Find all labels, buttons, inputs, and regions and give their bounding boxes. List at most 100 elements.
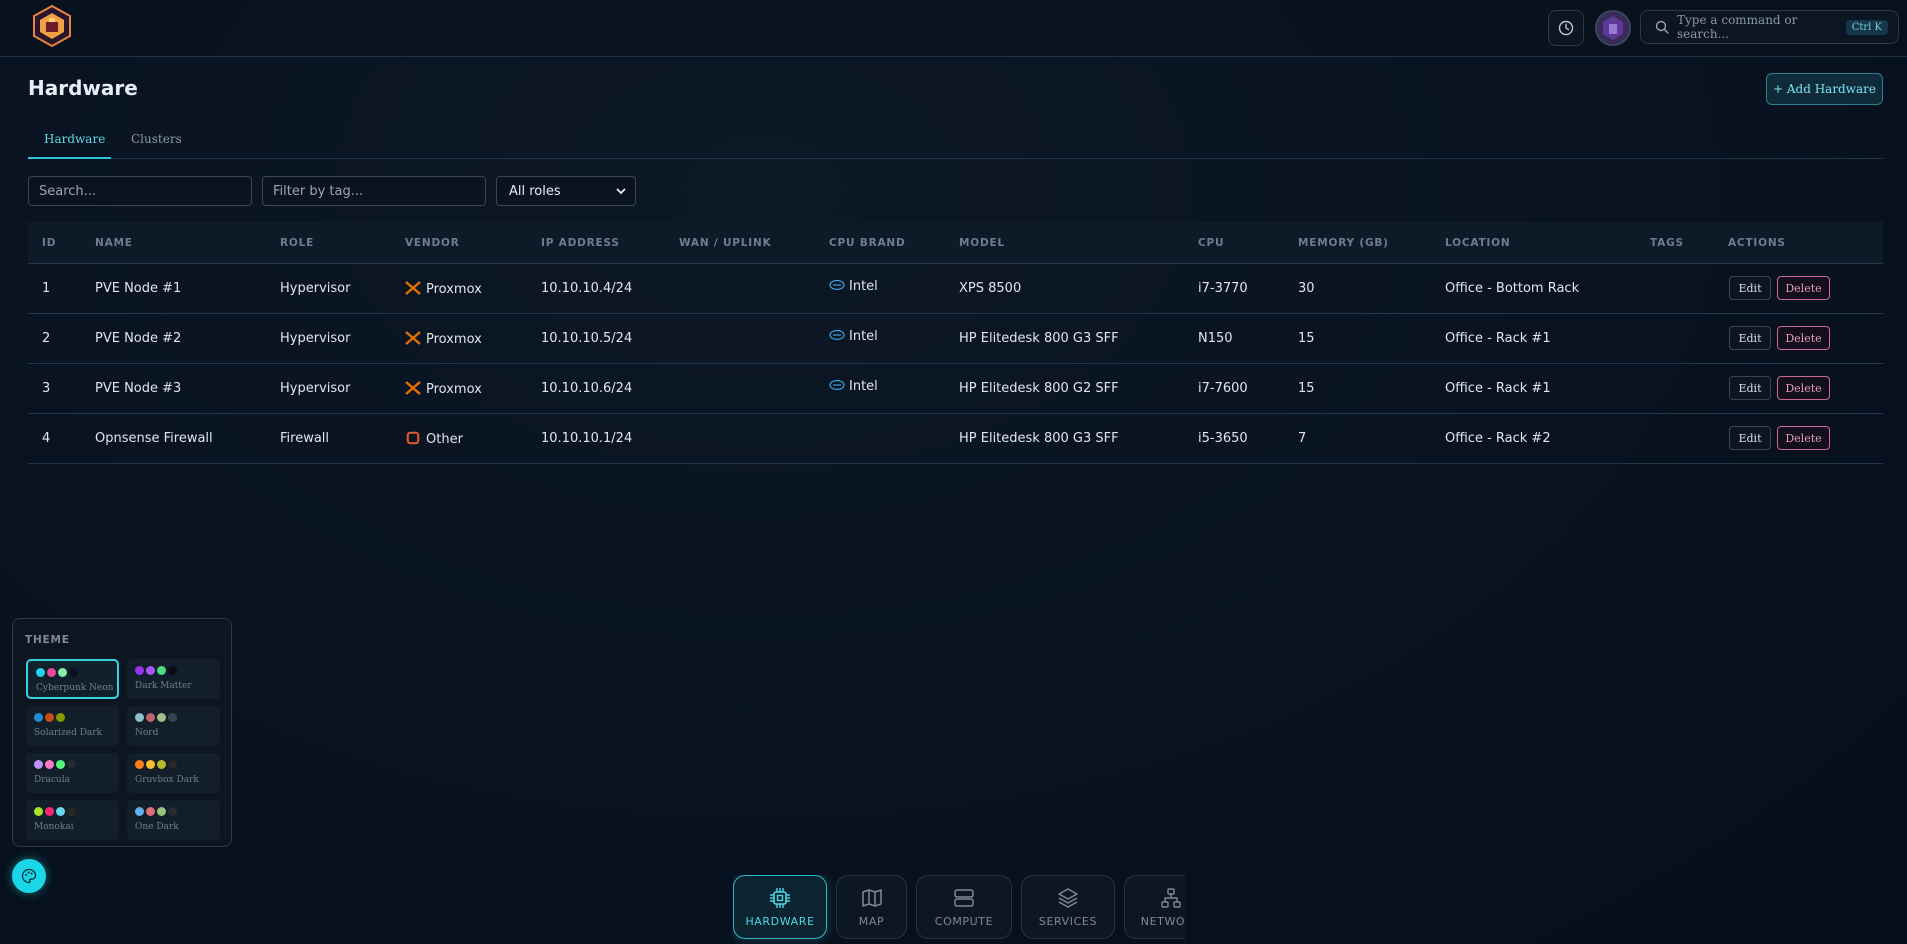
color-dot [67,760,76,769]
cell-role: Hypervisor [280,381,351,396]
theme-panel: THEME Cyberpunk Neon Dark Matter Solarized… [12,618,232,847]
color-dot [56,713,65,722]
col-model[interactable]: MODEL [959,237,1005,249]
edit-button[interactable]: Edit [1729,326,1771,350]
search-input[interactable] [28,176,252,206]
intel-icon [829,379,845,391]
cpu-brand-label: Intel [849,379,878,394]
delete-button[interactable]: Delete [1777,326,1830,350]
command-search[interactable]: Type a command or search... Ctrl K [1640,10,1899,44]
proxmox-icon [405,331,421,345]
nav-label: NETWORK [1140,914,1185,928]
app-logo[interactable] [30,4,74,50]
edit-button[interactable]: Edit [1729,276,1771,300]
col-name[interactable]: NAME [95,237,133,249]
nav-label: HARDWARE [745,914,815,928]
theme-name: Gruvbox Dark [135,775,199,785]
theme-option[interactable]: Gruvbox Dark [127,753,220,793]
bottom-nav: HARDWARE MAP COMPUTE SERVICES NETWORK [733,875,1185,944]
cpu-brand-label: Intel [849,279,878,294]
cell-model: XPS 8500 [959,281,1022,296]
cell-cpu: i5-3650 [1198,431,1248,446]
table-row[interactable]: 1 PVE Node #1 Hypervisor Proxmox 10.10.1… [28,264,1883,314]
theme-option[interactable]: Solarized Dark [26,706,119,746]
theme-color-dots [34,807,76,816]
theme-option[interactable]: Nord [127,706,220,746]
table-row[interactable]: 3 PVE Node #3 Hypervisor Proxmox 10.10.1… [28,364,1883,414]
theme-option[interactable]: One Dark [127,800,220,840]
network-icon [1161,887,1181,908]
cell-memory: 15 [1298,331,1315,346]
color-dot [146,666,155,675]
nav-hardware[interactable]: HARDWARE [733,875,827,939]
theme-option[interactable]: Dark Matter [127,659,220,699]
delete-button[interactable]: Delete [1777,376,1830,400]
color-dot [135,666,144,675]
color-dot [45,760,54,769]
nav-label: SERVICES [1038,914,1098,928]
col-id[interactable]: ID [42,237,56,249]
cell-cpu: i7-7600 [1198,381,1248,396]
role-select[interactable]: All roles [496,176,636,206]
theme-color-dots [135,760,177,769]
col-wan[interactable]: WAN / UPLINK [679,237,772,249]
theme-option[interactable]: Cyberpunk Neon [26,659,119,699]
cell-model: HP Elitedesk 800 G2 SFF [959,381,1119,396]
theme-color-dots [34,760,76,769]
cell-name: PVE Node #3 [95,381,182,396]
color-dot [67,807,76,816]
delete-button[interactable]: Delete [1777,276,1830,300]
cell-vendor: Proxmox [405,331,482,347]
tab-clusters[interactable]: Clusters [131,132,182,159]
nav-network[interactable]: NETWORK [1124,875,1185,939]
col-role[interactable]: ROLE [280,237,314,249]
vendor-label: Proxmox [426,382,482,397]
color-dot [58,668,67,677]
col-memory[interactable]: MEMORY (GB) [1298,237,1389,249]
theme-name: Dark Matter [135,681,192,691]
nav-map[interactable]: MAP [836,875,907,939]
intel-icon [829,329,845,341]
cpu-brand-label: Intel [849,329,878,344]
nav-compute[interactable]: COMPUTE [916,875,1012,939]
tag-filter-input[interactable] [262,176,486,206]
theme-toggle-button[interactable] [12,859,46,893]
table-row[interactable]: 4 Opnsense Firewall Firewall Other 10.10… [28,414,1883,464]
col-tags[interactable]: TAGS [1650,237,1684,249]
chevron-down-icon [616,188,626,195]
cell-vendor: Other [405,431,463,447]
theme-name: Monokai [34,822,74,832]
user-avatar[interactable] [1595,10,1631,46]
history-button[interactable] [1548,10,1584,46]
col-cpu[interactable]: CPU [1198,237,1224,249]
cell-name: Opnsense Firewall [95,431,213,446]
theme-option[interactable]: Monokai [26,800,119,840]
theme-color-dots [135,713,177,722]
edit-button[interactable]: Edit [1729,376,1771,400]
edit-button[interactable]: Edit [1729,426,1771,450]
cell-memory: 30 [1298,281,1315,296]
cell-role: Hypervisor [280,331,351,346]
cell-ip: 10.10.10.1/24 [541,431,633,446]
delete-button[interactable]: Delete [1777,426,1830,450]
col-ip[interactable]: IP ADDRESS [541,237,620,249]
color-dot [47,668,56,677]
col-vendor[interactable]: VENDOR [405,237,460,249]
color-dot [168,666,177,675]
color-dot [36,668,45,677]
theme-option[interactable]: Dracula [26,753,119,793]
palette-icon [21,868,37,884]
theme-color-dots [135,807,177,816]
other-vendor-icon [406,431,420,445]
color-dot [168,760,177,769]
col-location[interactable]: LOCATION [1445,237,1510,249]
nav-services[interactable]: SERVICES [1021,875,1115,939]
theme-color-dots [135,666,177,675]
add-hardware-button[interactable]: + Add Hardware [1766,73,1883,105]
theme-title: THEME [25,634,70,646]
cell-name: PVE Node #1 [95,281,182,296]
shortcut-badge: Ctrl K [1845,19,1888,35]
table-row[interactable]: 2 PVE Node #2 Hypervisor Proxmox 10.10.1… [28,314,1883,364]
tab-hardware[interactable]: Hardware [28,132,111,159]
col-cpu-brand[interactable]: CPU BRAND [829,237,906,249]
